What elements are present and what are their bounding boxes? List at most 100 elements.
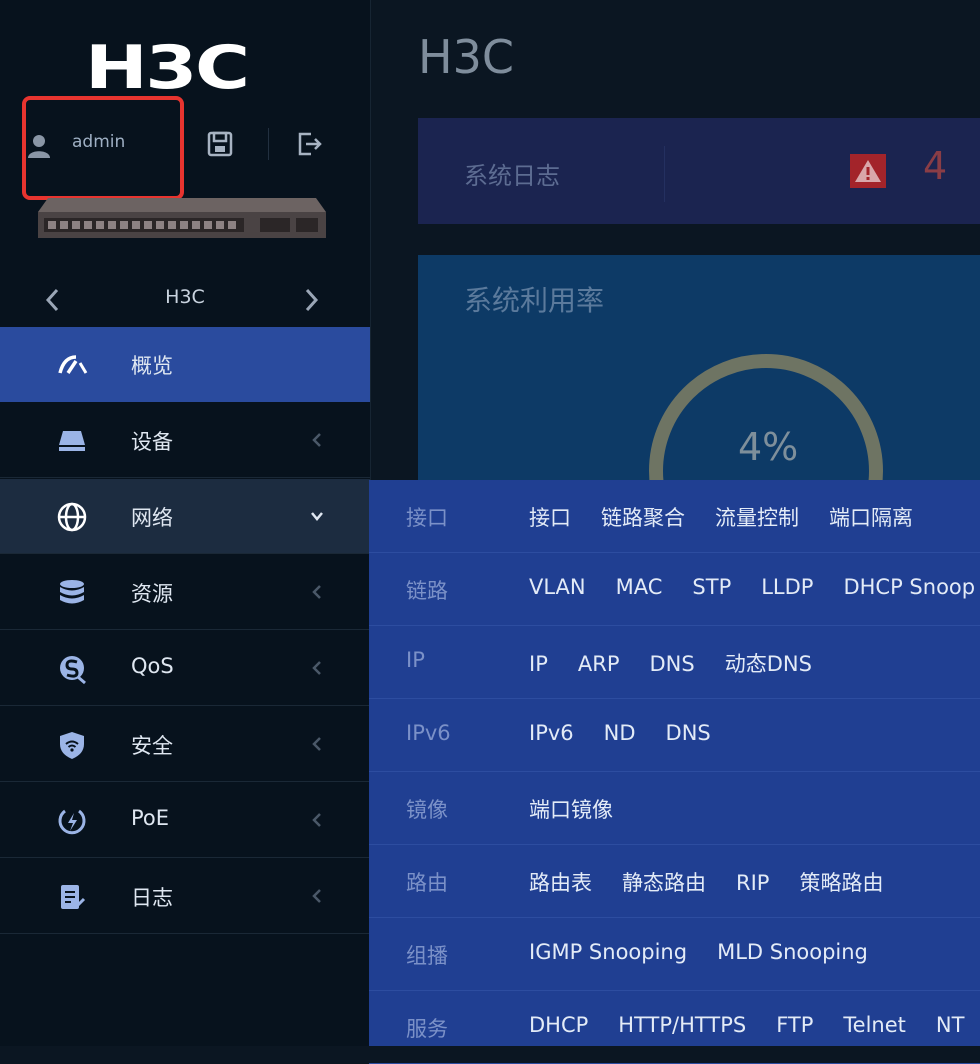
chevron-left-icon — [312, 813, 321, 827]
submenu-row: IP IP ARP DNS 动态DNS — [369, 626, 980, 699]
syslog-card[interactable]: 系统日志 4 — [418, 118, 980, 224]
submenu-link[interactable]: FTP — [776, 1013, 813, 1037]
network-submenu: 接口 接口 链路聚合 流量控制 端口隔离 链路 VLAN MAC STP LLDP DHCP Sno… — [369, 480, 980, 1064]
submenu-link[interactable]: DNS — [666, 721, 711, 745]
nav-item-security[interactable]: 安全 — [0, 707, 370, 782]
nav-item-poe[interactable]: PoE — [0, 783, 370, 858]
alert-icon — [850, 154, 886, 188]
syslog-divider — [664, 146, 665, 202]
submenu-links: IPv6 ND DNS — [529, 721, 741, 745]
submenu-category: 组播 — [406, 944, 448, 968]
logout-icon[interactable] — [295, 130, 323, 158]
utilization-value: 4% — [738, 425, 799, 469]
submenu-row: 镜像 端口镜像 — [369, 772, 980, 845]
qos-icon — [60, 656, 86, 685]
submenu-row: 接口 接口 链路聚合 流量控制 端口隔离 — [369, 480, 980, 553]
device-switcher: H3C — [0, 272, 370, 326]
nav-item-device[interactable]: 设备 — [0, 403, 370, 478]
submenu-link[interactable]: 接口 — [529, 506, 571, 530]
submenu-link[interactable]: 端口镜像 — [529, 798, 613, 822]
submenu-link[interactable]: IPv6 — [529, 721, 574, 745]
chevron-left-icon — [312, 661, 321, 675]
submenu-link[interactable]: Telnet — [843, 1013, 905, 1037]
submenu-link[interactable]: DHCP Snoop — [843, 575, 975, 599]
submenu-category: 镜像 — [406, 798, 448, 822]
submenu-links: 路由表 静态路由 RIP 策略路由 — [529, 867, 913, 897]
submenu-link[interactable]: MLD Snooping — [717, 940, 868, 964]
submenu-row: 服务 DHCP HTTP/HTTPS FTP Telnet NT — [369, 991, 980, 1064]
nav-label: PoE — [131, 806, 170, 830]
nav-label: 日志 — [131, 886, 173, 910]
submenu-link[interactable]: 流量控制 — [715, 506, 799, 530]
submenu-category: 服务 — [406, 1017, 448, 1041]
submenu-links: 端口镜像 — [529, 794, 643, 824]
network-icon — [57, 502, 87, 532]
submenu-links: IP ARP DNS 动态DNS — [529, 648, 842, 678]
submenu-link[interactable]: LLDP — [761, 575, 813, 599]
alert-count: 4 — [923, 144, 948, 188]
brand-logo: H3C — [85, 33, 250, 103]
page-title: H3C — [418, 30, 514, 84]
utilization-title: 系统利用率 — [464, 284, 605, 317]
chevron-left-icon — [312, 737, 321, 751]
submenu-row: 路由 路由表 静态路由 RIP 策略路由 — [369, 845, 980, 918]
nav-label: 资源 — [131, 582, 173, 606]
submenu-link[interactable]: DNS — [649, 652, 694, 676]
submenu-row: IPv6 IPv6 ND DNS — [369, 699, 980, 772]
nav-item-log[interactable]: 日志 — [0, 859, 370, 934]
submenu-link[interactable]: IP — [529, 652, 548, 676]
syslog-label: 系统日志 — [464, 162, 560, 190]
submenu-link[interactable]: 路由表 — [529, 871, 592, 895]
submenu-link[interactable]: 链路聚合 — [601, 506, 685, 530]
chevron-right-icon[interactable] — [300, 286, 322, 314]
submenu-category: IP — [406, 648, 425, 672]
dashboard-icon — [58, 355, 88, 374]
submenu-link[interactable]: ND — [604, 721, 636, 745]
nav-item-network[interactable]: 网络 — [0, 479, 370, 554]
submenu-links: DHCP HTTP/HTTPS FTP Telnet NT — [529, 1013, 980, 1037]
submenu-link[interactable]: VLAN — [529, 575, 586, 599]
nav-label: 概览 — [131, 354, 173, 378]
toolbar-divider — [268, 128, 269, 160]
submenu-links: VLAN MAC STP LLDP DHCP Snoop — [529, 575, 980, 599]
submenu-link[interactable]: 动态DNS — [725, 652, 812, 676]
submenu-row: 组播 IGMP Snooping MLD Snooping — [369, 918, 980, 991]
submenu-link[interactable]: IGMP Snooping — [529, 940, 687, 964]
nav-item-qos[interactable]: QoS — [0, 631, 370, 706]
submenu-link[interactable]: HTTP/HTTPS — [618, 1013, 746, 1037]
submenu-link[interactable]: STP — [692, 575, 731, 599]
switch-device-image — [38, 198, 326, 238]
nav-label: QoS — [131, 654, 174, 678]
submenu-category: IPv6 — [406, 721, 451, 745]
resource-icon — [60, 580, 84, 604]
nav-item-overview[interactable]: 概览 — [0, 327, 370, 402]
save-config-icon[interactable] — [206, 130, 234, 158]
submenu-link[interactable]: NT — [936, 1013, 965, 1037]
nav-label: 设备 — [131, 430, 173, 454]
submenu-link[interactable]: RIP — [736, 871, 769, 895]
submenu-category: 路由 — [406, 871, 448, 895]
submenu-category: 链路 — [406, 579, 448, 603]
nav-label: 网络 — [131, 506, 173, 530]
nav-item-resource[interactable]: 资源 — [0, 555, 370, 630]
chevron-left-icon — [312, 433, 321, 447]
submenu-row: 链路 VLAN MAC STP LLDP DHCP Snoop — [369, 553, 980, 626]
utilization-card: 系统利用率 4% — [418, 255, 980, 551]
nav-label: 安全 — [131, 734, 173, 758]
submenu-link[interactable]: 策略路由 — [799, 871, 883, 895]
submenu-link[interactable]: 静态路由 — [622, 871, 706, 895]
submenu-links: 接口 链路聚合 流量控制 端口隔离 — [529, 502, 943, 532]
submenu-link[interactable]: ARP — [578, 652, 620, 676]
submenu-link[interactable]: DHCP — [529, 1013, 588, 1037]
poe-icon — [58, 809, 86, 835]
chevron-left-icon — [312, 889, 321, 903]
submenu-link[interactable]: 端口隔离 — [829, 506, 913, 530]
chevron-left-icon — [312, 585, 321, 599]
shield-icon — [60, 732, 84, 759]
chevron-down-icon — [311, 512, 323, 521]
log-icon — [61, 885, 86, 909]
sidebar: H3C admin H3C 概览 设备 网络 资源 QoS 安全 PoE 日志 — [0, 0, 371, 1046]
submenu-link[interactable]: MAC — [616, 575, 663, 599]
device-icon — [59, 431, 85, 451]
user-highlight-box — [22, 96, 184, 200]
